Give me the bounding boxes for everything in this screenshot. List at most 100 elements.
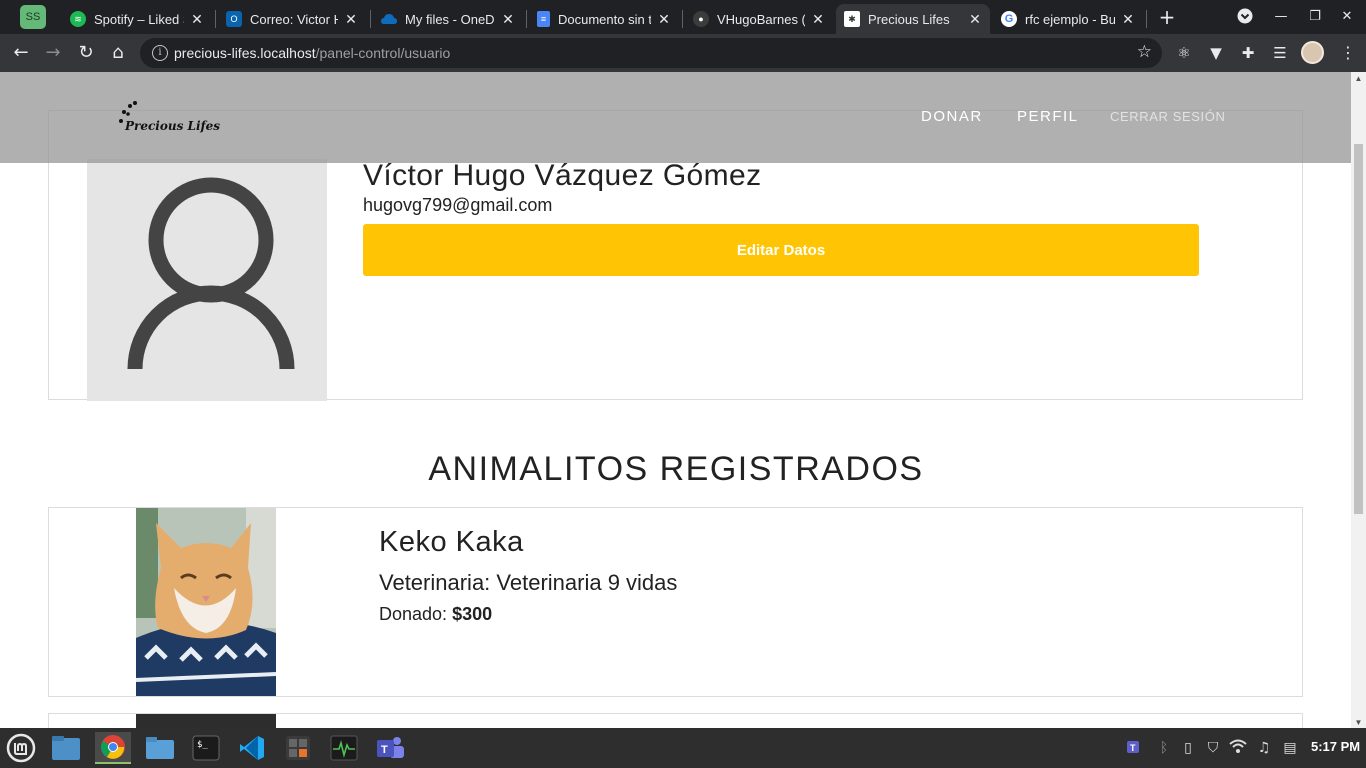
- kebab-menu-icon[interactable]: ⋮: [1340, 43, 1356, 63]
- close-icon[interactable]: ✕: [190, 11, 204, 28]
- react-devtools-icon[interactable]: ⚛: [1174, 43, 1194, 63]
- folder-icon[interactable]: [142, 732, 178, 764]
- minimize-icon[interactable]: —: [1272, 8, 1290, 26]
- site-logo[interactable]: Precious Lifes: [125, 119, 220, 133]
- tab-outlook[interactable]: O Correo: Victor H ✕: [218, 4, 366, 34]
- tab-search-chevron-icon[interactable]: [1236, 8, 1254, 26]
- bookmark-star-icon[interactable]: ☆: [1137, 42, 1152, 62]
- pet-veterinary-value: Veterinaria 9 vidas: [496, 570, 678, 595]
- nav-donate-link[interactable]: DONAR: [921, 108, 983, 125]
- svg-text:$_: $_: [197, 740, 208, 750]
- pet-veterinary: Veterinaria: Veterinaria 9 vidas: [379, 570, 677, 596]
- close-icon[interactable]: ✕: [501, 11, 515, 28]
- vscode-icon[interactable]: [234, 732, 270, 764]
- google-icon: G: [1001, 11, 1017, 27]
- user-name: Víctor Hugo Vázquez Gómez: [363, 159, 762, 192]
- reload-icon[interactable]: ↻: [75, 42, 97, 64]
- close-window-icon[interactable]: ✕: [1338, 8, 1356, 26]
- user-email: hugovg799@gmail.com: [363, 195, 553, 215]
- calculator-icon[interactable]: [280, 732, 316, 764]
- pet-donated-amount: $300: [452, 604, 493, 624]
- onedrive-icon: [381, 11, 397, 27]
- site-info-icon[interactable]: i: [152, 45, 168, 61]
- scrollbar-thumb[interactable]: [1354, 144, 1363, 514]
- close-icon[interactable]: ✕: [657, 11, 671, 28]
- restore-icon[interactable]: ❐: [1306, 8, 1324, 26]
- scroll-down-arrow-icon[interactable]: ▼: [1354, 718, 1363, 727]
- tab-google-docs[interactable]: ≡ Documento sin t ✕: [529, 4, 679, 34]
- system-monitor-icon[interactable]: [326, 732, 362, 764]
- close-icon[interactable]: ✕: [968, 11, 982, 28]
- music-note-icon[interactable]: ♫: [1255, 738, 1273, 758]
- pet-name: Keko Kaka: [379, 526, 524, 558]
- shield-update-icon[interactable]: ⛉: [1204, 738, 1222, 758]
- section-title: ANIMALITOS REGISTRADOS: [428, 450, 924, 488]
- google-docs-icon: ≡: [537, 11, 550, 27]
- wifi-icon[interactable]: [1229, 738, 1247, 758]
- media-queue-icon[interactable]: ☰: [1270, 43, 1290, 63]
- clipboard-icon[interactable]: ▯: [1179, 738, 1197, 758]
- site-navbar: Precious Lifes DONAR PERFIL CERRAR SESIÓ…: [0, 72, 1352, 163]
- tab-title: My files - OneDr: [405, 11, 495, 27]
- new-tab-plus-icon[interactable]: +: [1157, 6, 1177, 28]
- address-path: /panel-control/usuario: [315, 45, 451, 61]
- teams-icon[interactable]: T: [372, 732, 408, 764]
- home-icon[interactable]: ⌂: [107, 42, 129, 64]
- edit-data-button[interactable]: Editar Datos: [363, 224, 1199, 276]
- nav-logout-link[interactable]: CERRAR SESIÓN: [1110, 109, 1225, 124]
- close-icon[interactable]: ✕: [811, 11, 825, 28]
- tab-title: Documento sin t: [558, 11, 651, 27]
- pet-veterinary-label: Veterinaria:: [379, 570, 497, 595]
- profile-badge[interactable]: SS: [20, 5, 46, 29]
- close-icon[interactable]: ✕: [1121, 11, 1135, 28]
- page-viewport: Víctor Hugo Vázquez Gómez hugovg799@gmai…: [0, 72, 1366, 728]
- tab-spotify[interactable]: ≋ Spotify – Liked S ✕: [62, 4, 212, 34]
- os-taskbar: $_ T T ᛒ ▯ ⛉ ♫ ▤ 5:17 PM: [0, 728, 1366, 768]
- clock[interactable]: 5:17 PM: [1311, 739, 1360, 754]
- pet-donated-label: Donado:: [379, 604, 453, 624]
- pet-card: Keko Kaka Veterinaria: Veterinaria 9 vid…: [48, 507, 1303, 697]
- tab-title: rfc ejemplo - Bu: [1025, 11, 1115, 27]
- tab-title: VHugoBarnes (V: [717, 11, 805, 27]
- pet-photo: [136, 714, 276, 728]
- pet-photo: [136, 508, 276, 696]
- address-host: precious-lifes.localhost: [174, 45, 316, 61]
- user-silhouette-icon: [127, 177, 295, 370]
- files-icon[interactable]: [48, 732, 84, 764]
- nav-profile-link[interactable]: PERFIL: [1017, 108, 1079, 125]
- extensions-puzzle-icon[interactable]: ✚: [1238, 43, 1258, 63]
- github-icon: ●: [693, 11, 709, 27]
- spotify-icon: ≋: [70, 11, 86, 27]
- tab-title: Correo: Victor H: [250, 11, 338, 27]
- back-arrow-icon[interactable]: ←: [10, 42, 32, 64]
- forward-arrow-icon[interactable]: →: [42, 42, 64, 64]
- browser-toolbar: ← → ↻ ⌂ i precious-lifes.localhost/panel…: [0, 34, 1366, 72]
- page-scrollbar[interactable]: ▲ ▼: [1351, 72, 1366, 728]
- pet-card: [48, 713, 1303, 728]
- vue-devtools-icon[interactable]: ▼: [1206, 43, 1226, 63]
- outlook-icon: O: [226, 11, 242, 27]
- address-bar[interactable]: i precious-lifes.localhost/panel-control…: [140, 38, 1162, 68]
- cat-photo: [136, 508, 276, 696]
- paw-icon: ✱: [844, 11, 860, 27]
- tab-title: Spotify – Liked S: [94, 11, 184, 27]
- battery-clipboard-icon[interactable]: ▤: [1281, 738, 1299, 758]
- svg-text:T: T: [381, 744, 388, 756]
- teams-tray-icon[interactable]: T: [1126, 738, 1144, 758]
- svg-text:T: T: [1130, 743, 1136, 753]
- tab-title: Precious Lifes: [868, 11, 950, 27]
- terminal-icon[interactable]: $_: [188, 732, 224, 764]
- browser-tab-strip: SS ≋ Spotify – Liked S ✕ O Correo: Victo…: [0, 0, 1366, 34]
- close-icon[interactable]: ✕: [344, 11, 358, 28]
- tab-google-search[interactable]: G rfc ejemplo - Bu ✕: [993, 4, 1143, 34]
- user-avatar-placeholder: [87, 159, 327, 401]
- tab-github[interactable]: ● VHugoBarnes (V ✕: [685, 4, 833, 34]
- tab-precious-lifes[interactable]: ✱ Precious Lifes ✕: [836, 4, 990, 34]
- pet-donated: Donado: $300: [379, 604, 492, 625]
- profile-avatar[interactable]: [1301, 41, 1324, 64]
- bluetooth-icon[interactable]: ᛒ: [1155, 738, 1173, 758]
- tab-onedrive[interactable]: My files - OneDr ✕: [373, 4, 523, 34]
- scroll-up-arrow-icon[interactable]: ▲: [1354, 74, 1363, 83]
- mint-menu-icon[interactable]: [3, 732, 39, 764]
- chrome-icon[interactable]: [95, 732, 131, 764]
